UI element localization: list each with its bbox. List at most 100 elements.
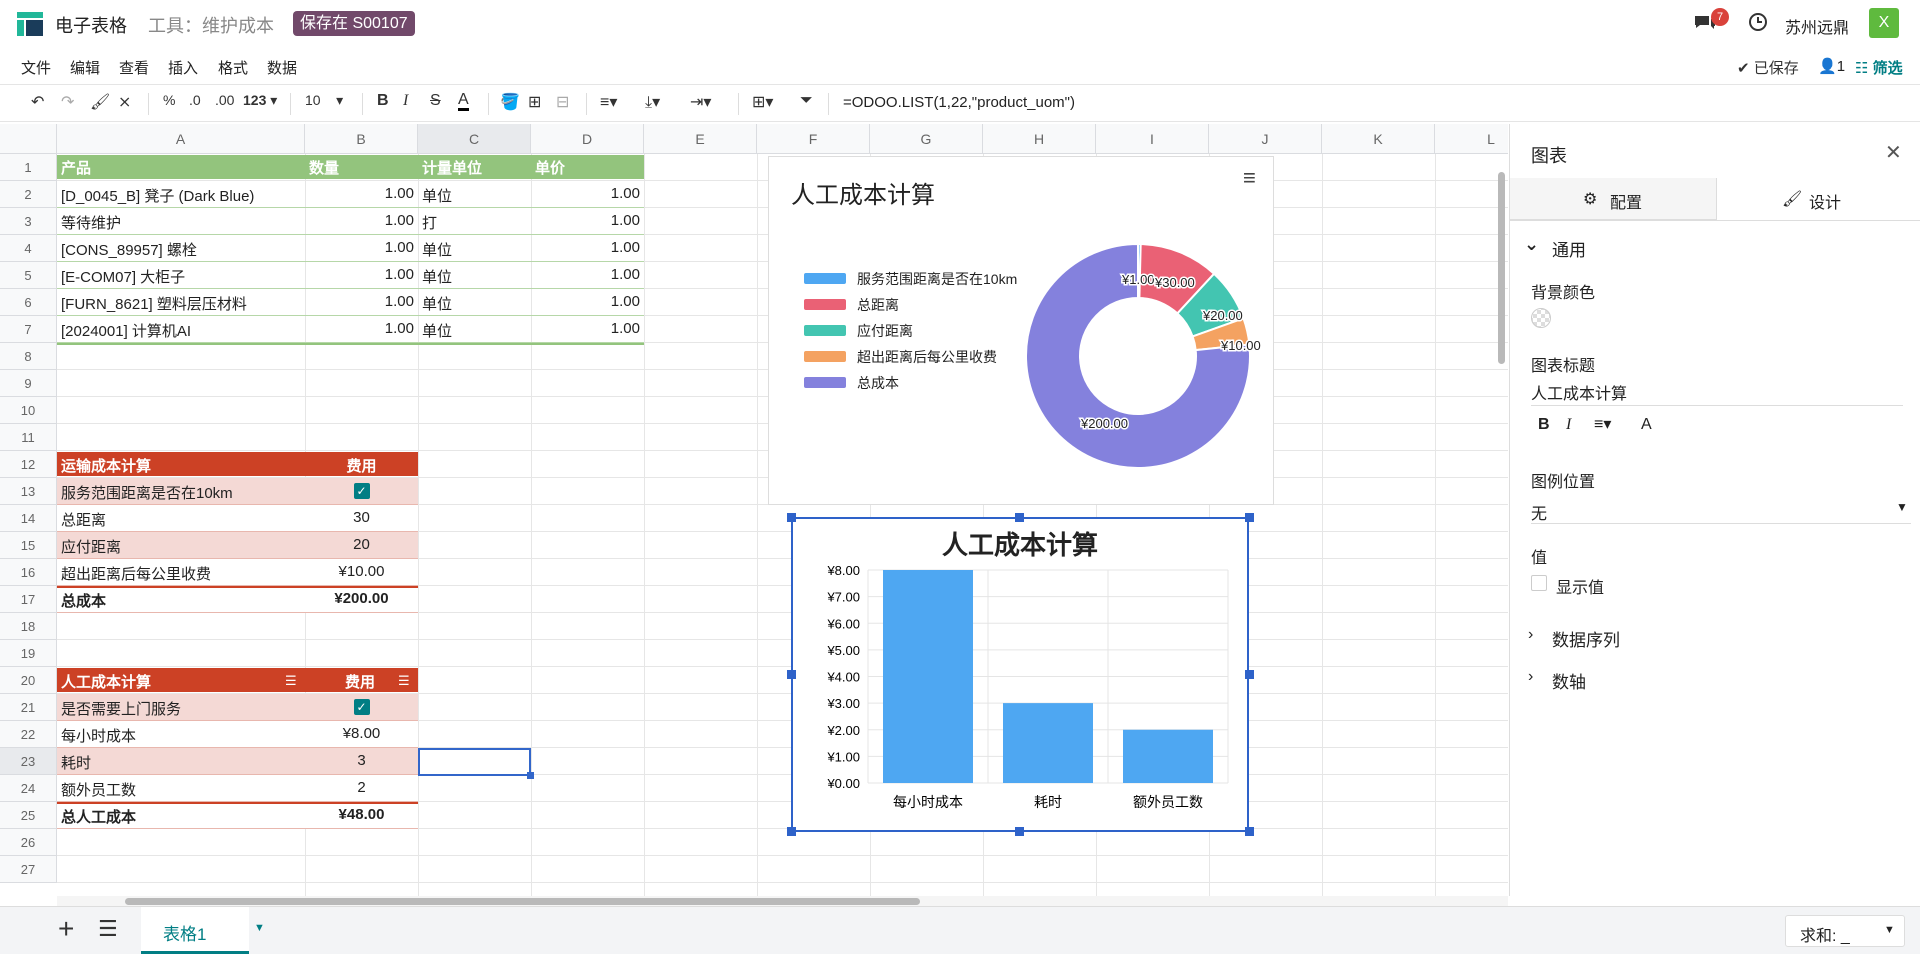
row-header[interactable]: 12: [0, 451, 57, 478]
chevron-right-icon[interactable]: ›: [1528, 668, 1533, 686]
funnel-icon[interactable]: ⏷: [800, 92, 813, 110]
table-cell[interactable]: 20: [305, 536, 418, 553]
horizontal-scrollbar-thumb[interactable]: [125, 898, 920, 905]
show-values-label[interactable]: 显示值: [1556, 574, 1604, 598]
table-cell[interactable]: 等待维护: [57, 212, 305, 233]
title-color-button[interactable]: A: [1641, 416, 1652, 434]
column-header-i[interactable]: I: [1096, 124, 1209, 154]
chevron-right-icon[interactable]: ›: [1528, 626, 1533, 644]
table-cell[interactable]: 1.00: [305, 185, 418, 202]
app-title[interactable]: 电子表格: [55, 12, 127, 38]
labor-header-label[interactable]: 人工成本计算: [57, 671, 257, 692]
formula-bar[interactable]: =ODOO.LIST(1,22,"product_uom"): [843, 94, 1075, 111]
table-cell[interactable]: 1.00: [305, 239, 418, 256]
bar[interactable]: [1123, 729, 1213, 783]
row-header[interactable]: 3: [0, 208, 57, 235]
total-label-cell[interactable]: 总成本: [57, 590, 305, 611]
section-general[interactable]: 通用: [1552, 236, 1586, 261]
vertical-align-icon[interactable]: ⤓▾: [645, 92, 660, 112]
resize-handle[interactable]: [1245, 670, 1254, 679]
table-cell[interactable]: 应付距离: [57, 536, 305, 557]
table-cell[interactable]: 单位: [418, 239, 531, 260]
spreadsheet-grid[interactable]: A B C D E F G H I J K L 1 2 3 4 5 6 7 8 9 10 11 12 1…: [0, 124, 1508, 896]
column-header-b[interactable]: B: [305, 124, 418, 154]
table-cell[interactable]: ¥10.00: [305, 563, 418, 580]
table-cell[interactable]: 单位: [418, 185, 531, 206]
table-cell[interactable]: 1.00: [305, 212, 418, 229]
resize-handle[interactable]: [1245, 827, 1254, 836]
redo-icon[interactable]: ↷: [61, 92, 74, 112]
row-header[interactable]: 14: [0, 505, 57, 532]
header-product[interactable]: 产品: [57, 157, 305, 178]
table-cell[interactable]: 2: [305, 779, 418, 796]
paint-format-icon[interactable]: 🖌: [90, 92, 110, 112]
table-cell[interactable]: 单位: [418, 320, 531, 341]
column-header-a[interactable]: A: [57, 124, 305, 154]
bar[interactable]: [1003, 703, 1093, 783]
table-cell[interactable]: 1.00: [531, 239, 644, 256]
table-cell[interactable]: 3: [305, 752, 418, 769]
column-header-j[interactable]: J: [1209, 124, 1322, 154]
horizontal-align-icon[interactable]: ≡▾: [600, 92, 617, 112]
borders-icon[interactable]: ⊞: [528, 92, 541, 112]
table-cell[interactable]: 30: [305, 509, 418, 526]
resize-handle[interactable]: [787, 670, 796, 679]
table-cell[interactable]: 打: [418, 212, 531, 233]
undo-icon[interactable]: ↶: [31, 92, 44, 112]
title-italic-button[interactable]: I: [1566, 416, 1571, 434]
row-header[interactable]: 10: [0, 397, 57, 424]
column-header-k[interactable]: K: [1322, 124, 1435, 154]
transport-header-cost[interactable]: 费用: [305, 455, 418, 476]
row-header[interactable]: 15: [0, 532, 57, 559]
checked-checkbox[interactable]: ✓: [353, 483, 370, 500]
table-cell[interactable]: 1.00: [531, 185, 644, 202]
total-label-cell[interactable]: 总人工成本: [57, 806, 305, 827]
row-header[interactable]: 18: [0, 613, 57, 640]
close-icon[interactable]: ✕: [1885, 140, 1902, 165]
table-cell[interactable]: ✓: [305, 482, 418, 500]
save-location-badge[interactable]: 保存在 S00107: [293, 11, 415, 36]
spreadsheet-logo-icon[interactable]: [17, 12, 43, 36]
column-filter-icon[interactable]: ☰: [285, 673, 297, 689]
menu-file[interactable]: 文件: [21, 57, 51, 78]
row-header[interactable]: 23: [0, 748, 57, 775]
show-values-checkbox[interactable]: [1531, 575, 1547, 591]
table-cell[interactable]: 1.00: [305, 320, 418, 337]
menu-edit[interactable]: 编辑: [70, 57, 100, 78]
table-cell[interactable]: 1.00: [305, 266, 418, 283]
table-cell[interactable]: 1.00: [531, 266, 644, 283]
row-header[interactable]: 9: [0, 370, 57, 397]
row-header[interactable]: 8: [0, 343, 57, 370]
row-header[interactable]: 5: [0, 262, 57, 289]
section-axes[interactable]: 数轴: [1552, 668, 1586, 693]
increase-decimal-button[interactable]: .00: [215, 92, 234, 108]
bg-color-picker[interactable]: [1531, 308, 1551, 328]
column-header-h[interactable]: H: [983, 124, 1096, 154]
table-cell[interactable]: [2024001] 计算机AI: [57, 320, 305, 341]
fill-color-icon[interactable]: 🪣: [500, 92, 520, 112]
decrease-decimal-button[interactable]: .0: [189, 92, 201, 108]
bar[interactable]: [883, 570, 973, 783]
column-header-e[interactable]: E: [644, 124, 757, 154]
row-header[interactable]: 2: [0, 181, 57, 208]
row-header[interactable]: 11: [0, 424, 57, 451]
fill-handle[interactable]: [527, 772, 534, 779]
menu-data[interactable]: 数据: [267, 57, 297, 78]
percent-format-button[interactable]: %: [163, 92, 175, 108]
row-header[interactable]: 24: [0, 775, 57, 802]
row-header[interactable]: 26: [0, 829, 57, 856]
row-header[interactable]: 20: [0, 667, 57, 694]
bar-chart[interactable]: 人工成本计算 ¥0.00 ¥1.00 ¥2.00 ¥3.00 ¥4.00 ¥5.00 ¥6.…: [791, 517, 1249, 832]
checked-checkbox[interactable]: ✓: [353, 699, 370, 716]
row-header[interactable]: 13: [0, 478, 57, 505]
section-data-series[interactable]: 数据序列: [1552, 626, 1620, 651]
table-cell[interactable]: [E-COM07] 大柜子: [57, 266, 305, 287]
resize-handle[interactable]: [787, 827, 796, 836]
menu-view[interactable]: 查看: [119, 57, 149, 78]
document-title[interactable]: 工具：维护成本: [148, 12, 274, 38]
company-switcher[interactable]: 苏州远鼎: [1785, 14, 1849, 38]
row-header[interactable]: 1: [0, 154, 57, 181]
menu-format[interactable]: 格式: [218, 57, 248, 78]
title-align-dropdown[interactable]: ≡▾: [1594, 414, 1611, 434]
table-cell[interactable]: 每小时成本: [57, 725, 305, 746]
